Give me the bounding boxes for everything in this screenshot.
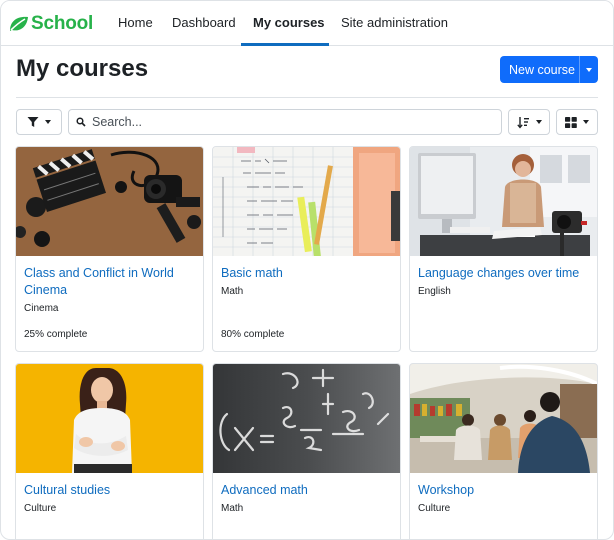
nav-my-courses[interactable]: My courses	[253, 1, 325, 45]
filter-icon	[27, 117, 39, 127]
course-image-desk-computer[interactable]	[410, 147, 597, 256]
course-category: Math	[221, 503, 244, 514]
course-image-library[interactable]	[410, 364, 597, 473]
sort-icon	[516, 116, 529, 129]
course-category: English	[418, 286, 451, 297]
course-image-chalkboard[interactable]	[213, 364, 400, 473]
course-progress: 25% complete	[24, 329, 88, 340]
filter-dropdown-button[interactable]	[16, 109, 62, 135]
active-nav-indicator	[241, 43, 329, 46]
app-window: School Home Dashboard My courses Site ad…	[0, 0, 614, 540]
top-navbar: School Home Dashboard My courses Site ad…	[1, 1, 613, 46]
course-title-link[interactable]: Basic math	[221, 265, 393, 282]
course-title-link[interactable]: Workshop	[418, 482, 590, 499]
course-progress: 80% complete	[221, 329, 285, 340]
course-category: Culture	[24, 503, 57, 514]
header-divider	[16, 97, 598, 98]
course-card[interactable]: Advanced math Math	[212, 363, 401, 539]
course-category: Math	[221, 286, 244, 297]
nav-dashboard[interactable]: Dashboard	[172, 1, 236, 45]
nav-home[interactable]: Home	[118, 1, 153, 45]
course-card[interactable]: Basic math Math 80% complete	[212, 146, 401, 352]
course-title-link[interactable]: Cultural studies	[24, 482, 196, 499]
new-course-dropdown-toggle[interactable]	[580, 67, 598, 72]
course-image-film[interactable]	[16, 147, 203, 256]
course-card[interactable]: Language changes over time English	[409, 146, 598, 352]
site-logo[interactable]: School	[9, 12, 93, 36]
course-card[interactable]: Workshop Culture	[409, 363, 598, 539]
course-category: Culture	[418, 503, 451, 514]
grid-view-icon	[565, 116, 577, 128]
new-course-button[interactable]: New course	[500, 56, 598, 83]
course-image-student[interactable]	[16, 364, 203, 473]
site-name: School	[31, 13, 94, 34]
course-title-link[interactable]: Advanced math	[221, 482, 393, 499]
chevron-down-icon	[45, 120, 51, 124]
page-title: My courses	[16, 55, 149, 82]
course-search[interactable]	[68, 109, 502, 135]
new-course-label: New course	[509, 62, 575, 77]
course-image-math-notebook[interactable]	[213, 147, 400, 256]
nav-site-administration[interactable]: Site administration	[341, 1, 448, 45]
course-title-link[interactable]: Class and Conflict in World Cinema	[24, 265, 196, 299]
search-input[interactable]	[92, 115, 472, 129]
chevron-down-icon	[586, 67, 592, 72]
sort-dropdown-button[interactable]	[508, 109, 550, 135]
chevron-down-icon	[583, 120, 589, 124]
course-card[interactable]: Cultural studies Culture	[15, 363, 204, 539]
course-card[interactable]: Class and Conflict in World Cinema Cinem…	[15, 146, 204, 352]
search-icon	[76, 117, 86, 127]
view-dropdown-button[interactable]	[556, 109, 598, 135]
chevron-down-icon	[535, 120, 542, 124]
course-title-link[interactable]: Language changes over time	[418, 265, 590, 282]
course-category: Cinema	[24, 303, 59, 314]
leaf-icon	[10, 16, 28, 31]
